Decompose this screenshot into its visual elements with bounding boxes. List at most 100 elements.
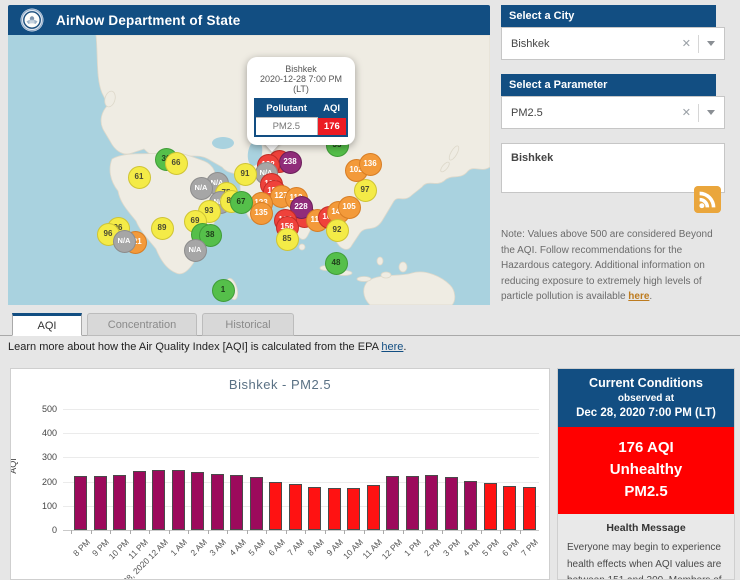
chart-bar	[367, 485, 380, 530]
note-here-link[interactable]: here	[628, 291, 649, 302]
chart-ytick-label: 500	[23, 404, 57, 414]
sidebar: Select a City Bishkek ✕ Select a Paramet…	[501, 5, 725, 305]
popup-timezone: (LT)	[253, 84, 349, 94]
health-message-text: Everyone may begin to experience health …	[567, 540, 725, 580]
popup-aqi-value: 176	[317, 118, 347, 137]
aqi-marker[interactable]: 66	[165, 152, 188, 175]
chart-xtick	[520, 530, 521, 534]
aqi-marker[interactable]: 48	[325, 252, 348, 275]
chevron-down-icon[interactable]	[707, 110, 715, 115]
aqi-marker[interactable]: 67	[230, 191, 253, 214]
aqi-marker[interactable]: 238	[279, 151, 302, 174]
chart-bar	[347, 488, 360, 530]
aqi-marker[interactable]: 85	[276, 228, 299, 251]
chart-xtick	[481, 530, 482, 534]
chart-xtick	[422, 530, 423, 534]
chart-ytick-label: 200	[23, 477, 57, 487]
city-clear-icon[interactable]: ✕	[675, 37, 698, 50]
tab-bar: AQI Concentration Historical	[12, 313, 299, 336]
chart-bar	[113, 475, 126, 530]
chart-xtick	[286, 530, 287, 534]
aqi-marker[interactable]: 97	[354, 179, 377, 202]
aqi-marker[interactable]: N/A	[190, 177, 213, 200]
rss-icon[interactable]	[694, 186, 721, 213]
chart-xtick	[305, 530, 306, 534]
chart-gridline	[63, 457, 539, 458]
health-message-title: Health Message	[567, 522, 725, 534]
aqi-pollutant-line: PM2.5	[562, 483, 730, 500]
aqi-marker[interactable]: N/A	[184, 239, 207, 262]
chart-bar	[406, 476, 419, 530]
chart-bar	[328, 488, 341, 530]
parameter-select[interactable]: PM2.5 ✕	[501, 96, 725, 129]
state-department-seal-icon[interactable]	[20, 8, 44, 32]
chart-bar	[269, 482, 282, 530]
world-map[interactable]: 238162N/A1621501271121231222281351651568…	[8, 35, 490, 305]
aqi-category-line: Unhealthy	[562, 461, 730, 478]
chart-xtick	[110, 530, 111, 534]
chart-xtick	[247, 530, 248, 534]
page: AirNow Department of State	[0, 0, 740, 580]
chart-ytick-label: 300	[23, 452, 57, 462]
chart-bar	[308, 487, 321, 530]
app-header: AirNow Department of State	[8, 5, 490, 35]
observed-datetime: Dec 28, 2020 7:00 PM (LT)	[562, 407, 730, 419]
chart-bar	[425, 475, 438, 530]
aqi-marker[interactable]: 61	[128, 166, 151, 189]
chart-bar	[191, 472, 204, 530]
tab-historical[interactable]: Historical	[202, 313, 294, 336]
chart-bar	[74, 476, 87, 530]
chart-gridline	[63, 530, 539, 531]
chevron-down-icon[interactable]	[707, 41, 715, 46]
parameter-clear-icon[interactable]: ✕	[675, 106, 698, 119]
popup-col-pollutant: Pollutant	[255, 99, 317, 118]
chart-bar	[503, 486, 516, 530]
chart-bar	[464, 481, 477, 530]
chart-ytick-label: 0	[23, 525, 57, 535]
chart-xtick	[364, 530, 365, 534]
chart-xtick	[149, 530, 150, 534]
popup-col-aqi: AQI	[317, 99, 347, 118]
chart-bar	[523, 487, 536, 530]
popup-table: Pollutant AQI PM2.5 176	[254, 98, 348, 137]
beyond-aqi-note: Note: Values above 500 are considered Be…	[501, 227, 725, 305]
chart-bar	[445, 477, 458, 530]
health-message-section: Health Message Everyone may begin to exp…	[558, 514, 734, 580]
popup-city: Bishkek	[253, 64, 349, 74]
chart-xtick	[442, 530, 443, 534]
aqi-marker[interactable]: 1	[212, 279, 235, 302]
current-conditions-header: Current Conditions observed at Dec 28, 2…	[558, 369, 734, 427]
select-city-header: Select a City	[501, 5, 716, 27]
map-popup: Bishkek 2020-12-28 7:00 PM (LT) Pollutan…	[247, 57, 355, 145]
learn-more-here-link[interactable]: here	[381, 341, 403, 353]
chart-ytick-label: 400	[23, 428, 57, 438]
feed-city-title: Bishkek	[502, 144, 724, 164]
chart-bar	[230, 475, 243, 530]
chart-title: Bishkek - PM2.5	[11, 377, 549, 392]
parameter-select-value: PM2.5	[502, 107, 675, 119]
chart-xtick	[383, 530, 384, 534]
tab-concentration[interactable]: Concentration	[87, 313, 197, 336]
chart-bar	[133, 471, 146, 530]
aqi-marker[interactable]: N/A	[113, 230, 136, 253]
tab-aqi[interactable]: AQI	[12, 313, 82, 336]
chart-bar	[211, 474, 224, 530]
combo-divider	[698, 104, 699, 122]
aqi-status-box: 176 AQI Unhealthy PM2.5	[558, 427, 734, 514]
aqi-marker[interactable]: 92	[326, 219, 349, 242]
app-title: AirNow Department of State	[56, 13, 240, 28]
chart-xtick	[169, 530, 170, 534]
city-select[interactable]: Bishkek ✕	[501, 27, 725, 60]
aqi-marker[interactable]: 136	[359, 153, 382, 176]
chart-xtick	[130, 530, 131, 534]
aqi-marker[interactable]: 89	[151, 217, 174, 240]
aqi-marker[interactable]: 91	[234, 163, 257, 186]
aqi-marker[interactable]: 135	[250, 202, 273, 225]
select-parameter-header: Select a Parameter	[501, 74, 716, 96]
chart-gridline	[63, 409, 539, 410]
chart-bar	[289, 484, 302, 530]
city-select-value: Bishkek	[502, 38, 675, 50]
chart-xtick	[227, 530, 228, 534]
chart-xtick	[208, 530, 209, 534]
chart-xtick	[325, 530, 326, 534]
